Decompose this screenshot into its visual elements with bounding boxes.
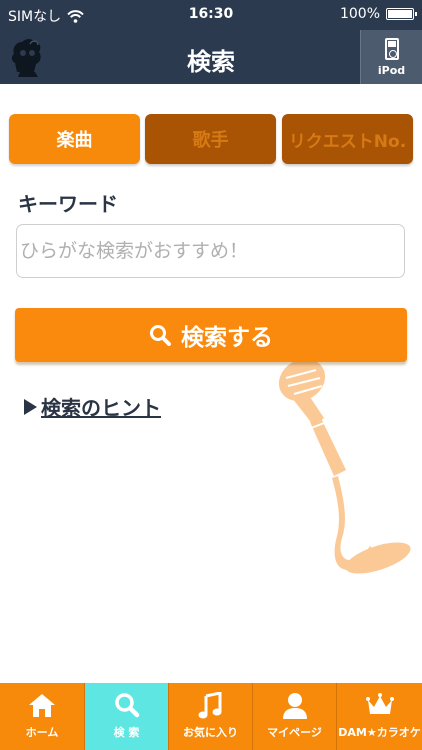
search-button-label: 検索する	[181, 325, 273, 351]
search-type-segments: 楽曲 歌手 リクエストNo.	[9, 114, 413, 164]
status-bar: SIMなし 16:30 100%	[0, 0, 422, 30]
battery-percent: 100%	[339, 6, 380, 22]
search-icon	[150, 325, 171, 346]
tab-favorites[interactable]: お気に入り	[168, 683, 252, 750]
nav-bar: 検索 iPod	[0, 30, 422, 84]
tab-search[interactable]: 検 索	[84, 683, 168, 750]
keyword-label: キーワード	[18, 192, 118, 216]
tab-dam-karaoke[interactable]: DAM★カラオケ	[336, 683, 422, 750]
tab-bar: ホーム 検 索 お気に入り マイページ DAM★カラオケ	[0, 683, 422, 750]
microphone-illustration-icon	[278, 360, 411, 574]
keyword-input[interactable]	[16, 224, 405, 278]
tab-mypage-label: マイページ	[267, 726, 322, 739]
search-hint-link[interactable]: 検索のヒント	[41, 392, 161, 421]
search-button[interactable]: 検索する	[15, 308, 407, 362]
tab-favorites-label: お気に入り	[183, 726, 238, 739]
segment-song[interactable]: 楽曲	[9, 114, 140, 164]
segment-request-no[interactable]: リクエストNo.	[282, 114, 413, 164]
ipod-label: iPod	[377, 64, 406, 77]
tab-home-label: ホーム	[25, 726, 59, 739]
crown-icon	[365, 693, 394, 714]
battery-icon	[386, 8, 417, 20]
person-icon	[282, 693, 307, 719]
tab-search-label: 検 索	[113, 726, 140, 739]
ipod-button[interactable]: iPod	[360, 30, 422, 84]
triangle-right-icon	[24, 398, 37, 415]
tab-dam-karaoke-label: DAM★カラオケ	[338, 726, 421, 739]
page-title: 検索	[187, 48, 235, 76]
ipod-icon	[385, 38, 399, 60]
battery-status: 100%	[339, 6, 417, 22]
tab-mypage[interactable]: マイページ	[252, 683, 336, 750]
tab-home[interactable]: ホーム	[0, 683, 84, 750]
search-hint[interactable]: 検索のヒント	[24, 392, 161, 421]
search-icon	[114, 693, 139, 718]
segment-artist[interactable]: 歌手	[145, 114, 276, 164]
music-note-icon	[198, 692, 221, 719]
home-icon	[29, 694, 55, 717]
